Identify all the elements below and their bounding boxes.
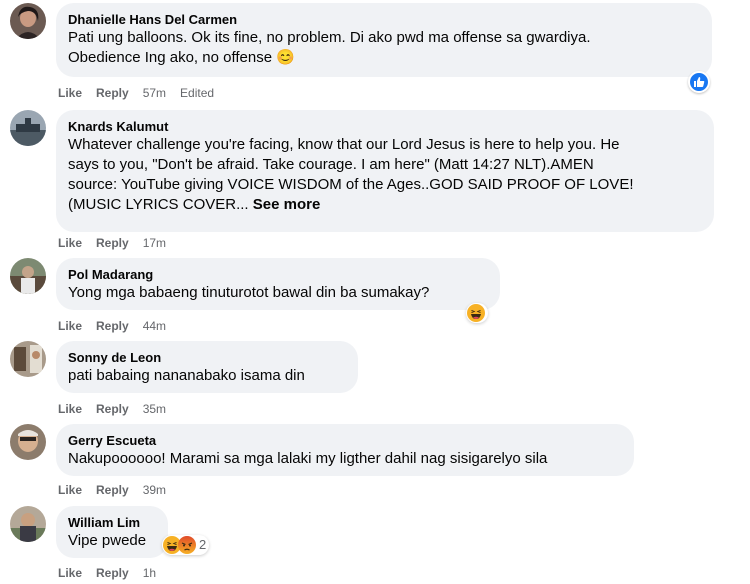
comment-bubble: Pol Madarang Yong mga babaeng tinuturoto… bbox=[56, 258, 500, 310]
comment-text-line: Obedience Ing ako, no offense 😊 bbox=[68, 49, 295, 66]
comment-author[interactable]: Dhanielle Hans Del Carmen bbox=[68, 11, 700, 28]
avatar[interactable] bbox=[10, 258, 46, 294]
comment-text-line: Nakupoooooo! Marami sa mga lalaki my lig… bbox=[68, 450, 548, 467]
comment-actions: Like Reply 17m bbox=[58, 235, 180, 251]
like-button[interactable]: Like bbox=[58, 402, 82, 416]
like-button[interactable]: Like bbox=[58, 566, 82, 580]
comment-text-line: Yong mga babaeng tinuturotot bawal din b… bbox=[68, 284, 430, 301]
comment-text-line: Pati ung balloons. Ok its fine, no probl… bbox=[68, 29, 591, 46]
comment-author[interactable]: William Lim bbox=[68, 514, 156, 531]
avatar[interactable] bbox=[10, 506, 46, 542]
like-button[interactable]: Like bbox=[58, 319, 82, 333]
reply-button[interactable]: Reply bbox=[96, 402, 129, 416]
comment-actions: Like Reply 35m bbox=[58, 401, 180, 417]
avatar[interactable] bbox=[10, 424, 46, 460]
reply-button[interactable]: Reply bbox=[96, 483, 129, 497]
avatar[interactable] bbox=[10, 3, 46, 39]
reaction-count: 2 bbox=[199, 537, 207, 552]
comment-text-line: (MUSIC LYRICS COVER... bbox=[68, 196, 249, 213]
comment-text-line: says to you, "Don't be afraid. Take cour… bbox=[68, 156, 594, 173]
comment-bubble: Gerry Escueta Nakupoooooo! Marami sa mga… bbox=[56, 424, 634, 476]
haha-emoji-icon bbox=[467, 304, 485, 322]
comment-author[interactable]: Pol Madarang bbox=[68, 266, 488, 283]
reply-button[interactable]: Reply bbox=[96, 319, 129, 333]
reaction-like[interactable] bbox=[688, 71, 710, 93]
reply-button[interactable]: Reply bbox=[96, 566, 129, 580]
avatar[interactable] bbox=[10, 341, 46, 377]
comment-text-line: Whatever challenge you're facing, know t… bbox=[68, 136, 620, 153]
comment-text-line: pati babaing nananabako isama din bbox=[68, 367, 305, 384]
edited-label: Edited bbox=[180, 86, 215, 100]
comment-bubble: Dhanielle Hans Del Carmen Pati ung ballo… bbox=[56, 3, 712, 77]
comment-author[interactable]: Sonny de Leon bbox=[68, 349, 346, 366]
comment-actions: Like Reply 39m bbox=[58, 482, 180, 498]
reaction-haha[interactable] bbox=[466, 303, 488, 323]
like-button[interactable]: Like bbox=[58, 236, 82, 250]
comment-text-line: Vipe pwede bbox=[68, 532, 147, 549]
comment-time[interactable]: 44m bbox=[143, 319, 166, 333]
see-more-link[interactable]: See more bbox=[253, 196, 321, 213]
comment-actions: Like Reply 57m Edited bbox=[58, 85, 214, 101]
comment-text-line: source: YouTube giving VOICE WISDOM of t… bbox=[68, 176, 634, 193]
comment-time[interactable]: 35m bbox=[143, 402, 166, 416]
comment-bubble: Sonny de Leon pati babaing nananabako is… bbox=[56, 341, 358, 393]
reply-button[interactable]: Reply bbox=[96, 236, 129, 250]
reply-button[interactable]: Reply bbox=[96, 86, 129, 100]
comment-bubble: Knards Kalumut Whatever challenge you're… bbox=[56, 110, 714, 232]
comment-time[interactable]: 17m bbox=[143, 236, 166, 250]
reactions-summary[interactable]: 2 bbox=[162, 535, 210, 555]
comment-time[interactable]: 39m bbox=[143, 483, 166, 497]
comment-actions: Like Reply 1h bbox=[58, 565, 170, 581]
comment-time[interactable]: 57m bbox=[143, 86, 166, 100]
comment-actions: Like Reply 44m bbox=[58, 318, 180, 334]
thumbs-up-icon bbox=[694, 77, 705, 87]
comment-author[interactable]: Knards Kalumut bbox=[68, 118, 702, 135]
like-button[interactable]: Like bbox=[58, 483, 82, 497]
like-button[interactable]: Like bbox=[58, 86, 82, 100]
angry-emoji-icon bbox=[178, 536, 196, 554]
comment-bubble: William Lim Vipe pwede bbox=[56, 506, 168, 558]
comment-time[interactable]: 1h bbox=[143, 566, 156, 580]
comment-author[interactable]: Gerry Escueta bbox=[68, 432, 622, 449]
avatar[interactable] bbox=[10, 110, 46, 146]
